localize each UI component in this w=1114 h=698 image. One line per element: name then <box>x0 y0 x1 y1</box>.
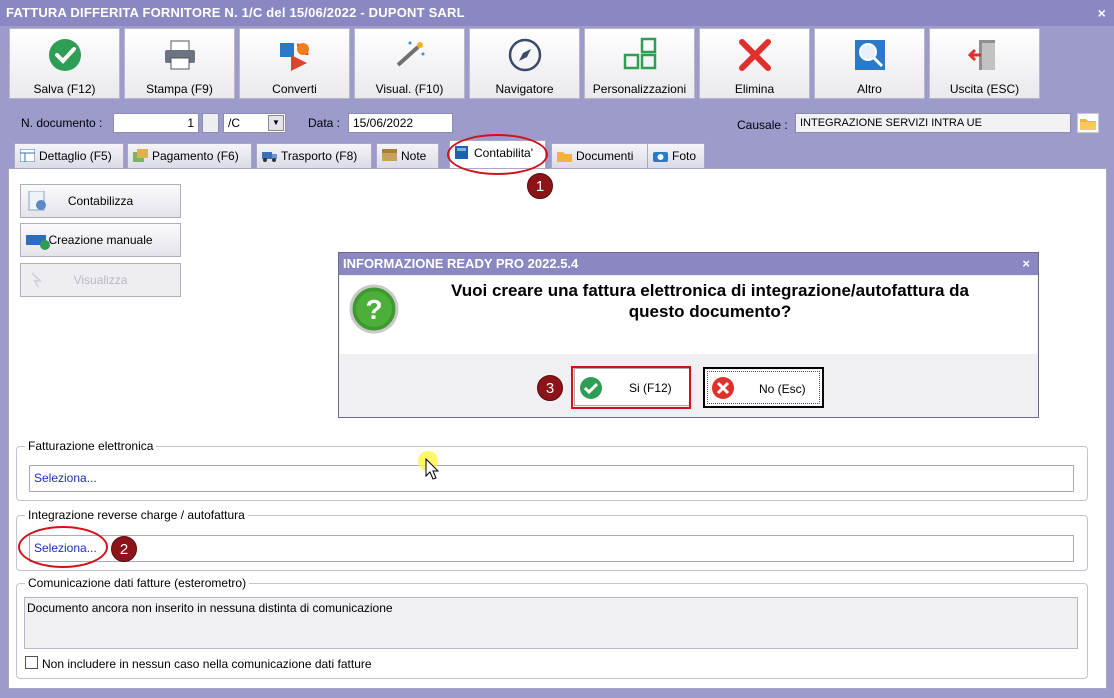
annotation-badge-3: 3 <box>537 375 563 401</box>
coins-icon <box>133 149 148 162</box>
red-x-circle-icon <box>712 377 734 399</box>
comunicazione-title: Comunicazione dati fatture (esterometro) <box>25 576 250 590</box>
magnifier-icon <box>815 37 924 73</box>
folder-icon <box>557 152 572 162</box>
contabilizza-button[interactable]: Contabilizza <box>20 184 181 218</box>
customize-button[interactable]: Personalizzazioni <box>584 28 695 99</box>
doc-number-spinner[interactable] <box>202 113 219 133</box>
tab-note[interactable]: Note <box>376 143 439 168</box>
red-x-icon <box>700 37 809 73</box>
document-gear-icon <box>28 191 46 211</box>
question-icon: ? <box>349 284 399 334</box>
tab-pagamento[interactable]: Pagamento (F6) <box>127 143 252 168</box>
truck-icon <box>262 152 277 162</box>
save-button[interactable]: Salva (F12) <box>9 28 120 99</box>
chevron-down-icon[interactable]: ▼ <box>268 115 284 131</box>
pointer-icon <box>31 272 43 288</box>
doc-number-field[interactable]: 1 <box>113 113 199 133</box>
more-button[interactable]: Altro <box>814 28 925 99</box>
tab-trasporto[interactable]: Trasporto (F8) <box>256 143 372 168</box>
dialog-title-bar: INFORMAZIONE READY PRO 2022.5.4 × <box>339 253 1038 275</box>
dialog-title: INFORMAZIONE READY PRO 2022.5.4 <box>343 256 579 271</box>
delete-button[interactable]: Elimina <box>699 28 810 99</box>
annotation-badge-2: 2 <box>111 536 137 562</box>
tab-foto-label: Foto <box>672 149 697 163</box>
causale-label: Causale : <box>737 118 788 132</box>
date-label: Data : <box>308 116 341 130</box>
navigator-label: Navigatore <box>495 82 554 96</box>
tab-dettaglio-label: Dettaglio (F5) <box>39 149 112 163</box>
convert-label: Converti <box>272 82 317 96</box>
causale-browse-button[interactable] <box>1077 113 1099 133</box>
annotation-badge-1: 1 <box>527 173 553 199</box>
fatturazione-select[interactable]: Seleziona... <box>29 465 1074 492</box>
creazione-manuale-label: Creazione manuale <box>48 233 153 247</box>
dialog-body: ? Vuoi creare una fattura elettronica di… <box>340 276 1037 354</box>
visualizza-button[interactable]: Visualizza <box>20 263 181 297</box>
mouse-pointer-icon <box>425 458 440 480</box>
fatturazione-elettronica-title: Fatturazione elettronica <box>25 439 157 453</box>
creazione-manuale-button[interactable]: Creazione manuale <box>20 223 181 257</box>
dialog-message: Vuoi creare una fattura elettronica di i… <box>400 280 1020 322</box>
dialog-close-button[interactable]: × <box>1022 253 1030 275</box>
tab-dettaglio[interactable]: Dettaglio (F5) <box>14 143 124 168</box>
convert-icon <box>240 37 349 73</box>
tab-documenti-label: Documenti <box>576 149 634 163</box>
doc-number-label: N. documento : <box>21 116 103 130</box>
doc-suffix-select[interactable]: /C ▼ <box>223 113 286 133</box>
card-add-icon <box>26 235 50 250</box>
doc-suffix-value: /C <box>228 116 240 130</box>
dialog-message-line2: questo documento? <box>628 302 792 321</box>
window-title: FATTURA DIFFERITA FORNITORE N. 1/C del 1… <box>6 5 465 20</box>
note-icon <box>382 149 397 161</box>
contabilizza-label: Contabilizza <box>67 194 134 208</box>
folder-icon <box>1080 119 1096 130</box>
print-button[interactable]: Stampa (F9) <box>124 28 235 99</box>
exit-label: Uscita (ESC) <box>949 82 1020 96</box>
print-label: Stampa (F9) <box>146 82 213 96</box>
exit-door-icon <box>930 37 1039 73</box>
no-button[interactable]: No (Esc) <box>703 367 824 408</box>
integrazione-select[interactable]: Seleziona... <box>29 535 1074 562</box>
no-label: No (Esc) <box>759 382 806 396</box>
grid-icon <box>585 37 694 73</box>
integrazione-title: Integrazione reverse charge / autofattur… <box>25 508 248 522</box>
exclude-checkbox-label: Non includere in nessun caso nella comun… <box>42 657 372 671</box>
magic-wand-icon <box>355 37 464 73</box>
save-label: Salva (F12) <box>33 82 96 96</box>
svg-text:?: ? <box>365 294 382 325</box>
customize-label: Personalizzazioni <box>592 82 687 96</box>
view-label: Visual. (F10) <box>375 82 444 96</box>
annotation-ring-tab <box>447 134 548 175</box>
navigator-button[interactable]: Navigatore <box>469 28 580 99</box>
exclude-checkbox[interactable] <box>25 656 38 669</box>
exit-button[interactable]: Uscita (ESC) <box>929 28 1040 99</box>
window-title-bar: FATTURA DIFFERITA FORNITORE N. 1/C del 1… <box>0 0 1114 26</box>
camera-icon <box>653 152 668 162</box>
printer-icon <box>125 37 234 73</box>
more-label: Altro <box>857 82 882 96</box>
compass-icon <box>470 37 579 73</box>
table-icon <box>20 149 35 162</box>
convert-button[interactable]: Converti <box>239 28 350 99</box>
delete-label: Elimina <box>734 82 775 96</box>
causale-field[interactable]: INTEGRAZIONE SERVIZI INTRA UE <box>795 113 1071 133</box>
date-field[interactable]: 15/06/2022 <box>348 113 453 133</box>
view-button[interactable]: Visual. (F10) <box>354 28 465 99</box>
check-circle-icon <box>10 37 119 73</box>
tab-trasporto-label: Trasporto (F8) <box>281 149 358 163</box>
window-close-button[interactable]: × <box>1098 0 1106 26</box>
tab-pagamento-label: Pagamento (F6) <box>152 149 239 163</box>
annotation-box-yes <box>571 366 691 409</box>
annotation-ring-select <box>18 526 108 568</box>
comunicazione-text: Documento ancora non inserito in nessuna… <box>24 597 1078 649</box>
dialog-message-line1: Vuoi creare una fattura elettronica di i… <box>451 281 969 300</box>
visualizza-label: Visualizza <box>73 273 128 287</box>
tab-foto[interactable]: Foto <box>647 143 705 168</box>
tab-note-label: Note <box>401 149 427 163</box>
